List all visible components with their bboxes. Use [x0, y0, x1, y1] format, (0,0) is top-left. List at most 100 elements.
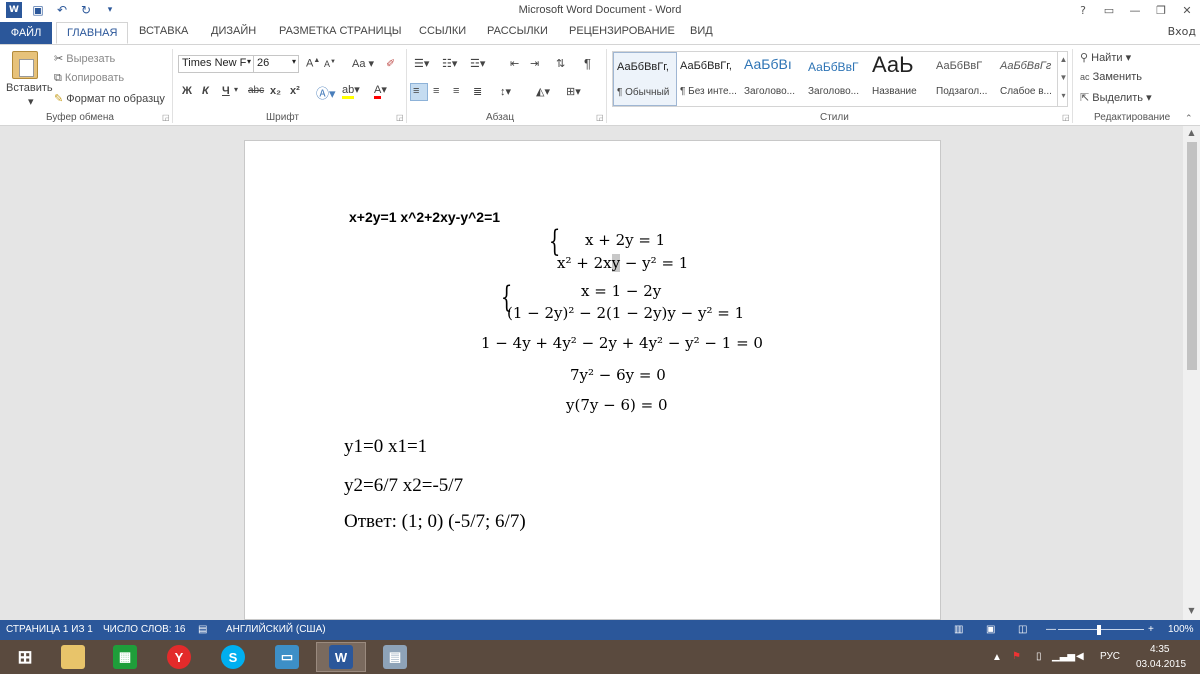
taskbar-store[interactable]: ▦	[100, 642, 150, 672]
taskbar-word[interactable]: W	[316, 642, 366, 672]
style-subtle-emphasis[interactable]: АаБбВвГг Слабое в...	[997, 52, 1063, 106]
collapse-ribbon-icon[interactable]: ⌃	[1185, 113, 1193, 124]
superscript-button[interactable]: x²	[290, 85, 300, 97]
find-button[interactable]: ⚲ Найти ▾	[1080, 51, 1131, 64]
justify-icon[interactable]: ≣	[473, 85, 482, 98]
styles-scroll[interactable]: ▲ ▼ ▾	[1057, 51, 1069, 107]
line-spacing-icon[interactable]: ↕▾	[500, 85, 511, 98]
paste-dropdown-icon[interactable]: ▾	[28, 95, 34, 108]
tab-file[interactable]: ФАЙЛ	[0, 22, 52, 44]
zoom-in-icon[interactable]: +	[1148, 624, 1154, 635]
zoom-out-icon[interactable]: —	[1046, 624, 1056, 635]
copy-button[interactable]: ⧉ Копировать	[54, 72, 124, 85]
document-page[interactable]: x+2y=1 x^2+2xy-y^2=1 { x + 2y = 1 x² + 2…	[244, 140, 941, 620]
sort-icon[interactable]: ⇅	[556, 57, 565, 70]
underline-button[interactable]: Ч	[222, 85, 230, 97]
word-count[interactable]: ЧИСЛО СЛОВ: 16	[103, 624, 185, 635]
flag-icon[interactable]: ⚑	[1012, 651, 1021, 662]
chevron-down-icon[interactable]: ▼	[1183, 606, 1200, 615]
battery-icon[interactable]: ▯	[1036, 651, 1042, 662]
tab-design[interactable]: ДИЗАЙН	[211, 25, 256, 37]
scroll-thumb[interactable]	[1187, 142, 1197, 370]
tab-view[interactable]: ВИД	[690, 25, 713, 37]
taskbar-photos[interactable]: ▭	[262, 642, 312, 672]
zoom-slider-thumb[interactable]	[1097, 625, 1101, 635]
grow-font-button[interactable]: A▲	[306, 57, 320, 70]
decrease-indent-icon[interactable]: ⇤	[510, 57, 519, 70]
style-title[interactable]: АаЬ Название	[869, 52, 933, 106]
italic-button[interactable]: К	[202, 85, 209, 97]
vertical-scrollbar[interactable]: ▲ ▼	[1183, 126, 1200, 620]
subscript-button[interactable]: x₂	[270, 85, 281, 97]
font-size-field[interactable]: 26 ▾	[253, 55, 299, 73]
style-heading2[interactable]: АаБбВвГ Заголово...	[805, 52, 869, 106]
volume-icon[interactable]: ◀	[1076, 651, 1084, 662]
close-button[interactable]: ✕	[1174, 0, 1200, 20]
chevron-up-icon[interactable]: ▲	[1183, 128, 1200, 137]
change-case-button[interactable]: Aa ▾	[352, 57, 374, 70]
proofing-icon[interactable]: ▤	[198, 624, 207, 635]
bullets-icon[interactable]: ☰▾	[414, 57, 429, 70]
multilevel-list-icon[interactable]: ☲▾	[470, 57, 485, 70]
font-name-field[interactable]: Times New F ▾	[178, 55, 254, 73]
help-button[interactable]: ?	[1070, 0, 1096, 20]
align-left-icon[interactable]: ≡	[413, 85, 419, 97]
clock-time[interactable]: 4:35	[1150, 644, 1169, 655]
minimize-button[interactable]: —	[1122, 0, 1148, 20]
select-button[interactable]: ⇱ Выделить ▾	[1080, 91, 1152, 104]
align-center-icon[interactable]: ≡	[433, 85, 439, 97]
style-normal[interactable]: АаБбВвГг, ¶ Обычный	[613, 52, 677, 106]
taskbar-skype[interactable]: S	[208, 642, 258, 672]
input-language[interactable]: РУС	[1100, 651, 1120, 662]
tab-home[interactable]: ГЛАВНАЯ	[56, 22, 129, 44]
ribbon-display-icon[interactable]: ▭	[1096, 0, 1122, 20]
taskbar-yandex[interactable]: Y	[154, 642, 204, 672]
web-layout-icon[interactable]: ◫	[1018, 624, 1027, 635]
read-mode-icon[interactable]: ▥	[954, 624, 963, 635]
start-button[interactable]: ⊞	[0, 642, 50, 672]
shrink-font-button[interactable]: A▼	[324, 59, 336, 69]
underline-dropdown-icon[interactable]: ▾	[234, 85, 238, 94]
font-launcher-icon[interactable]: ◲	[396, 113, 404, 122]
paste-button[interactable]: Вставить	[6, 82, 53, 94]
tab-mailings[interactable]: РАССЫЛКИ	[487, 25, 548, 37]
chevron-up-icon[interactable]: ▲	[1058, 51, 1069, 69]
borders-icon[interactable]: ⊞▾	[566, 85, 581, 98]
styles-launcher-icon[interactable]: ◲	[1062, 113, 1070, 122]
paste-icon[interactable]	[12, 51, 38, 79]
bold-button[interactable]: Ж	[182, 85, 192, 97]
numbering-icon[interactable]: ☷▾	[442, 57, 457, 70]
increase-indent-icon[interactable]: ⇥	[530, 57, 539, 70]
network-icon[interactable]: ▁▃▅	[1052, 651, 1075, 662]
taskbar-calculator[interactable]: ▤	[370, 642, 420, 672]
text-effects-icon[interactable]: Ⓐ▾	[316, 83, 336, 102]
taskbar-explorer[interactable]	[48, 642, 98, 672]
language-indicator[interactable]: АНГЛИЙСКИЙ (США)	[226, 624, 326, 635]
strikethrough-button[interactable]: abc	[248, 85, 264, 96]
paragraph-launcher-icon[interactable]: ◲	[596, 113, 604, 122]
format-painter-button[interactable]: ✎ Формат по образцу	[54, 92, 165, 105]
show-marks-icon[interactable]: ¶	[584, 56, 591, 71]
style-no-spacing[interactable]: АаБбВвГг, ¶ Без инте...	[677, 52, 741, 106]
zoom-level[interactable]: 100%	[1168, 624, 1194, 635]
tray-chevron-icon[interactable]: ▲	[992, 652, 1002, 663]
page-count[interactable]: СТРАНИЦА 1 ИЗ 1	[6, 624, 93, 635]
tab-layout[interactable]: РАЗМЕТКА СТРАНИЦЫ	[279, 25, 401, 37]
zoom-slider[interactable]	[1058, 629, 1144, 630]
style-heading1[interactable]: АаБбВı Заголово...	[741, 52, 805, 106]
style-subtitle[interactable]: АаБбВвГ Подзагол...	[933, 52, 997, 106]
tab-references[interactable]: ССЫЛКИ	[419, 25, 466, 37]
clear-formatting-icon[interactable]: ✐	[386, 57, 395, 70]
clock-date[interactable]: 03.04.2015	[1136, 659, 1186, 670]
shading-icon[interactable]: ◭▾	[536, 85, 550, 98]
more-styles-icon[interactable]: ▾	[1058, 87, 1069, 105]
clipboard-launcher-icon[interactable]: ◲	[162, 113, 170, 122]
tab-insert[interactable]: ВСТАВКА	[139, 25, 188, 37]
align-right-icon[interactable]: ≡	[453, 85, 459, 97]
sign-in-link[interactable]: Вход	[1168, 25, 1196, 38]
replace-button[interactable]: ac Заменить	[1080, 71, 1142, 83]
print-layout-icon[interactable]: ▣	[986, 624, 995, 635]
font-color-icon[interactable]: A▾	[374, 83, 387, 99]
tab-review[interactable]: РЕЦЕНЗИРОВАНИЕ	[569, 25, 675, 37]
restore-button[interactable]: ❐	[1148, 0, 1174, 20]
